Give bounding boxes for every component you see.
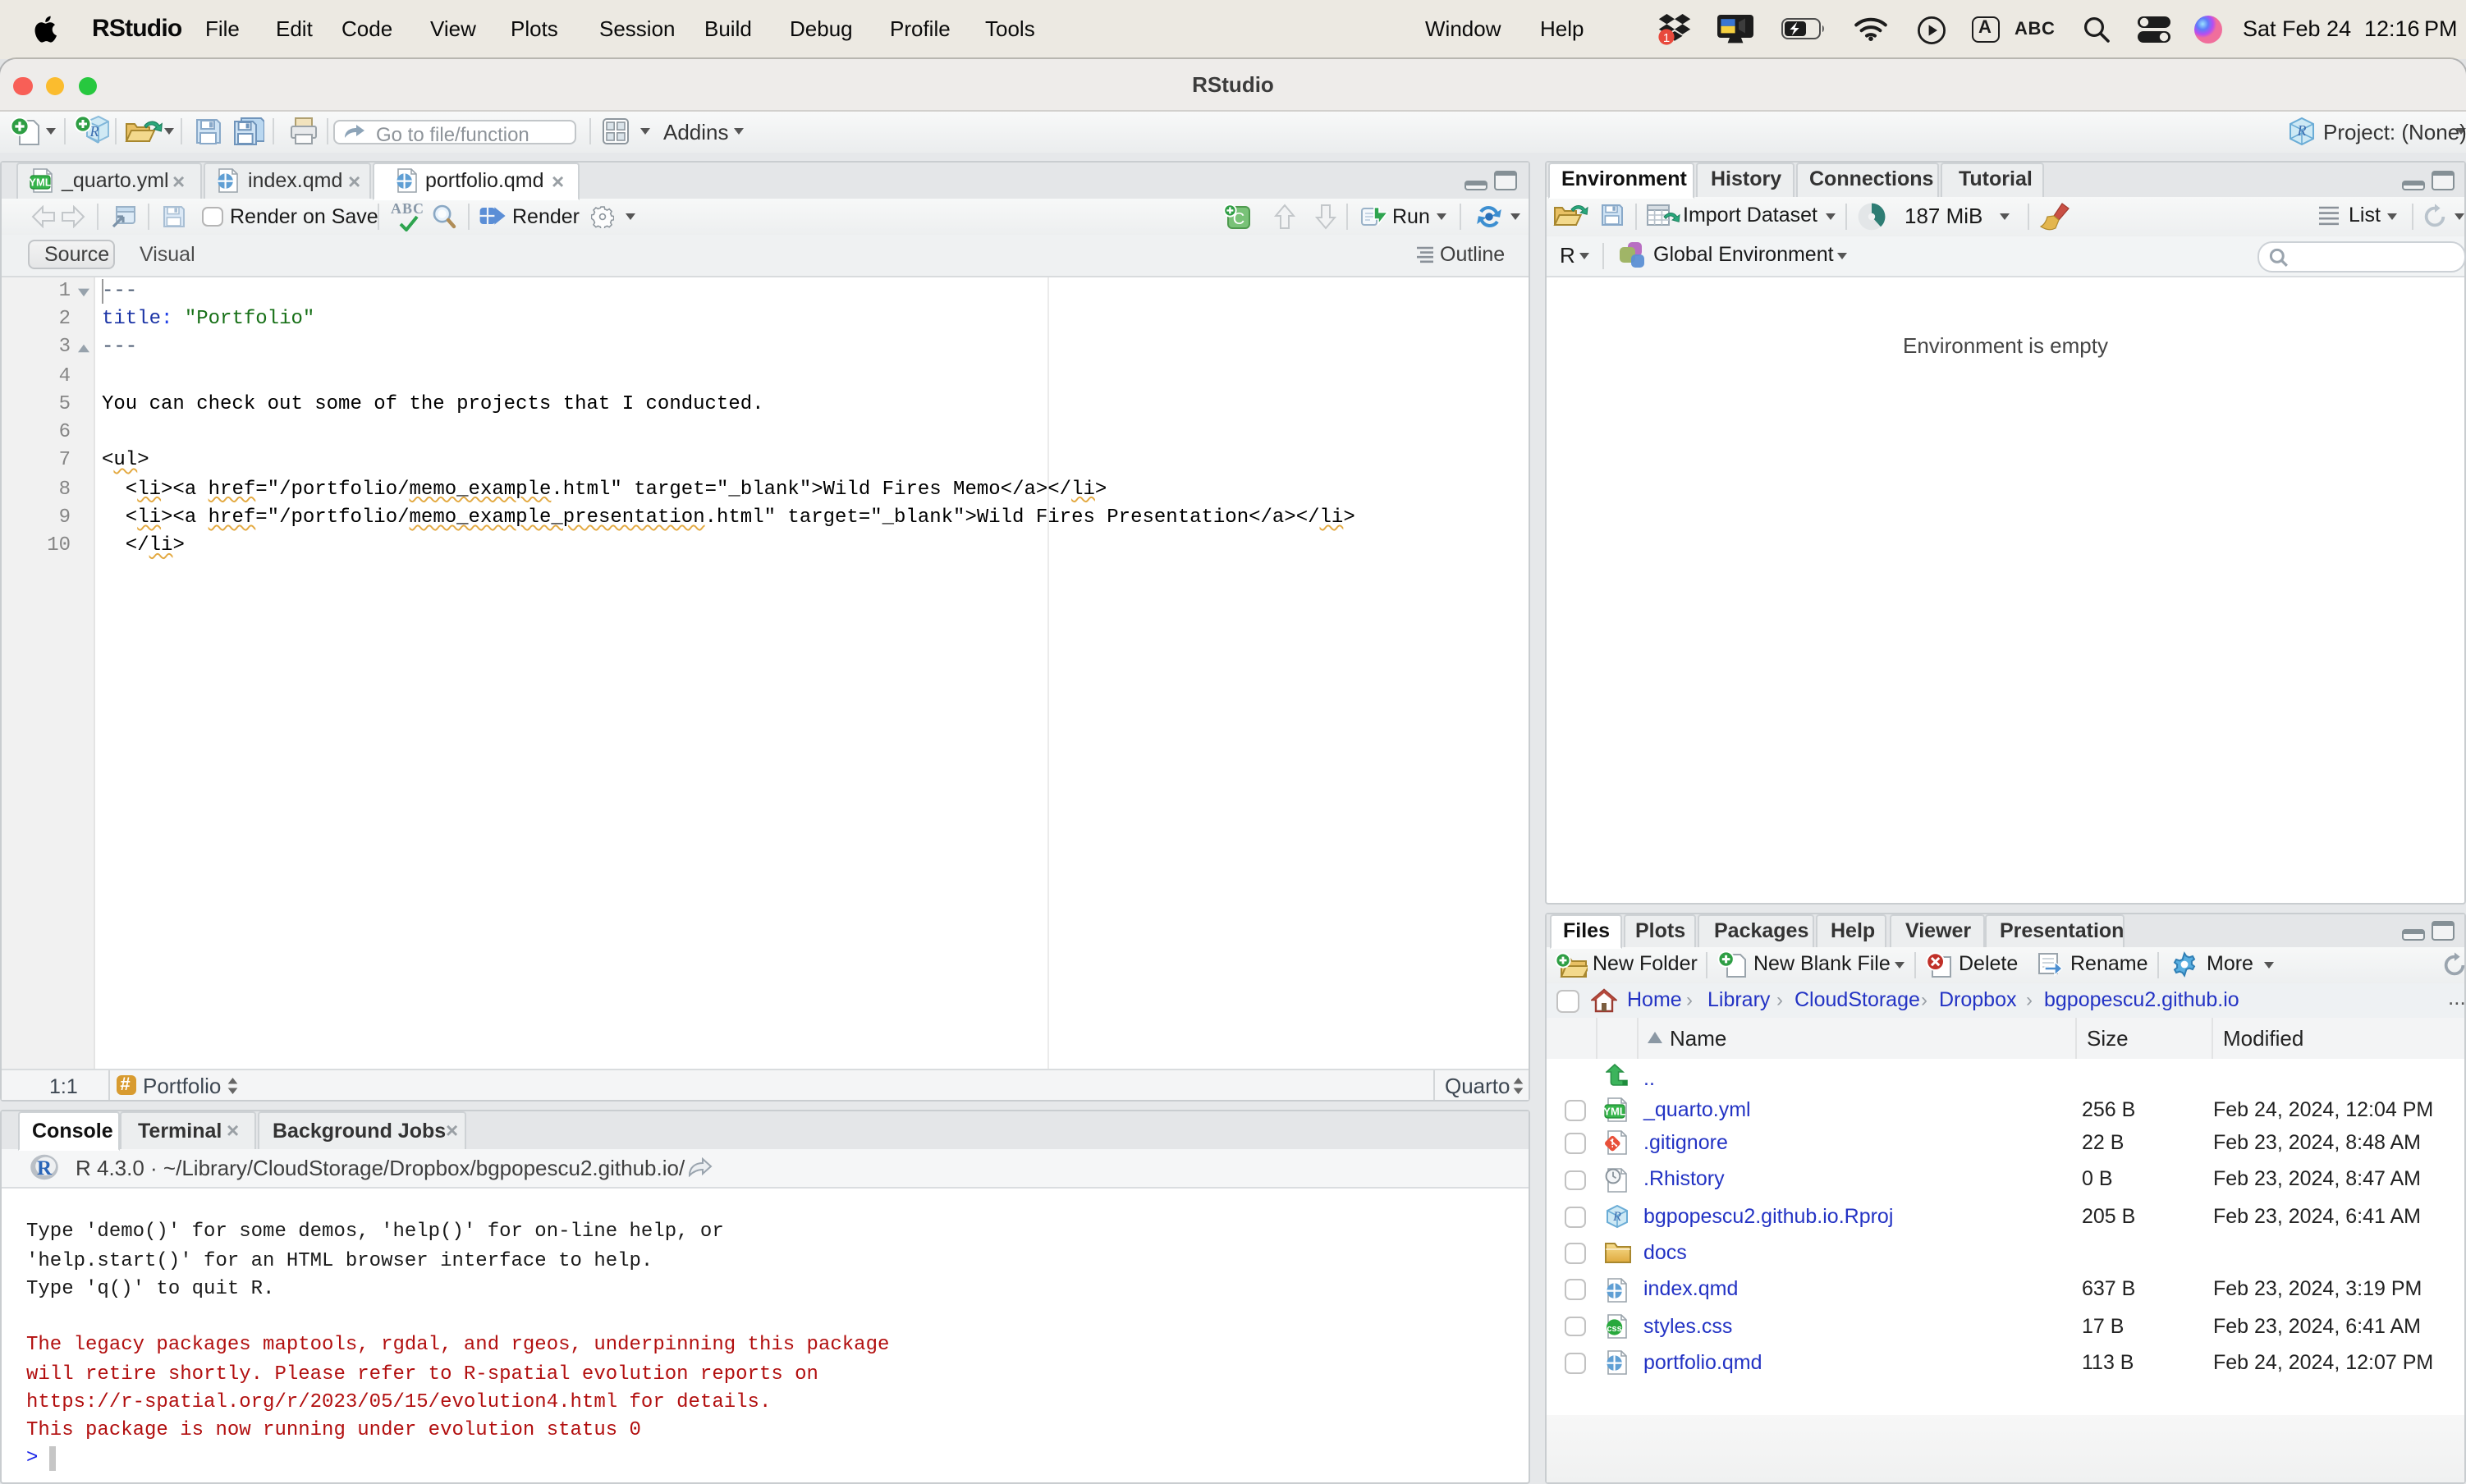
svg-text:YML: YML [30, 176, 52, 189]
svg-text:1: 1 [1663, 31, 1670, 45]
svg-text:R: R [2297, 122, 2307, 139]
svg-text:R: R [1612, 1210, 1621, 1224]
svg-text:css: css [1607, 1323, 1621, 1333]
svg-text:R: R [37, 1157, 53, 1179]
svg-text:YML: YML [1604, 1106, 1626, 1118]
